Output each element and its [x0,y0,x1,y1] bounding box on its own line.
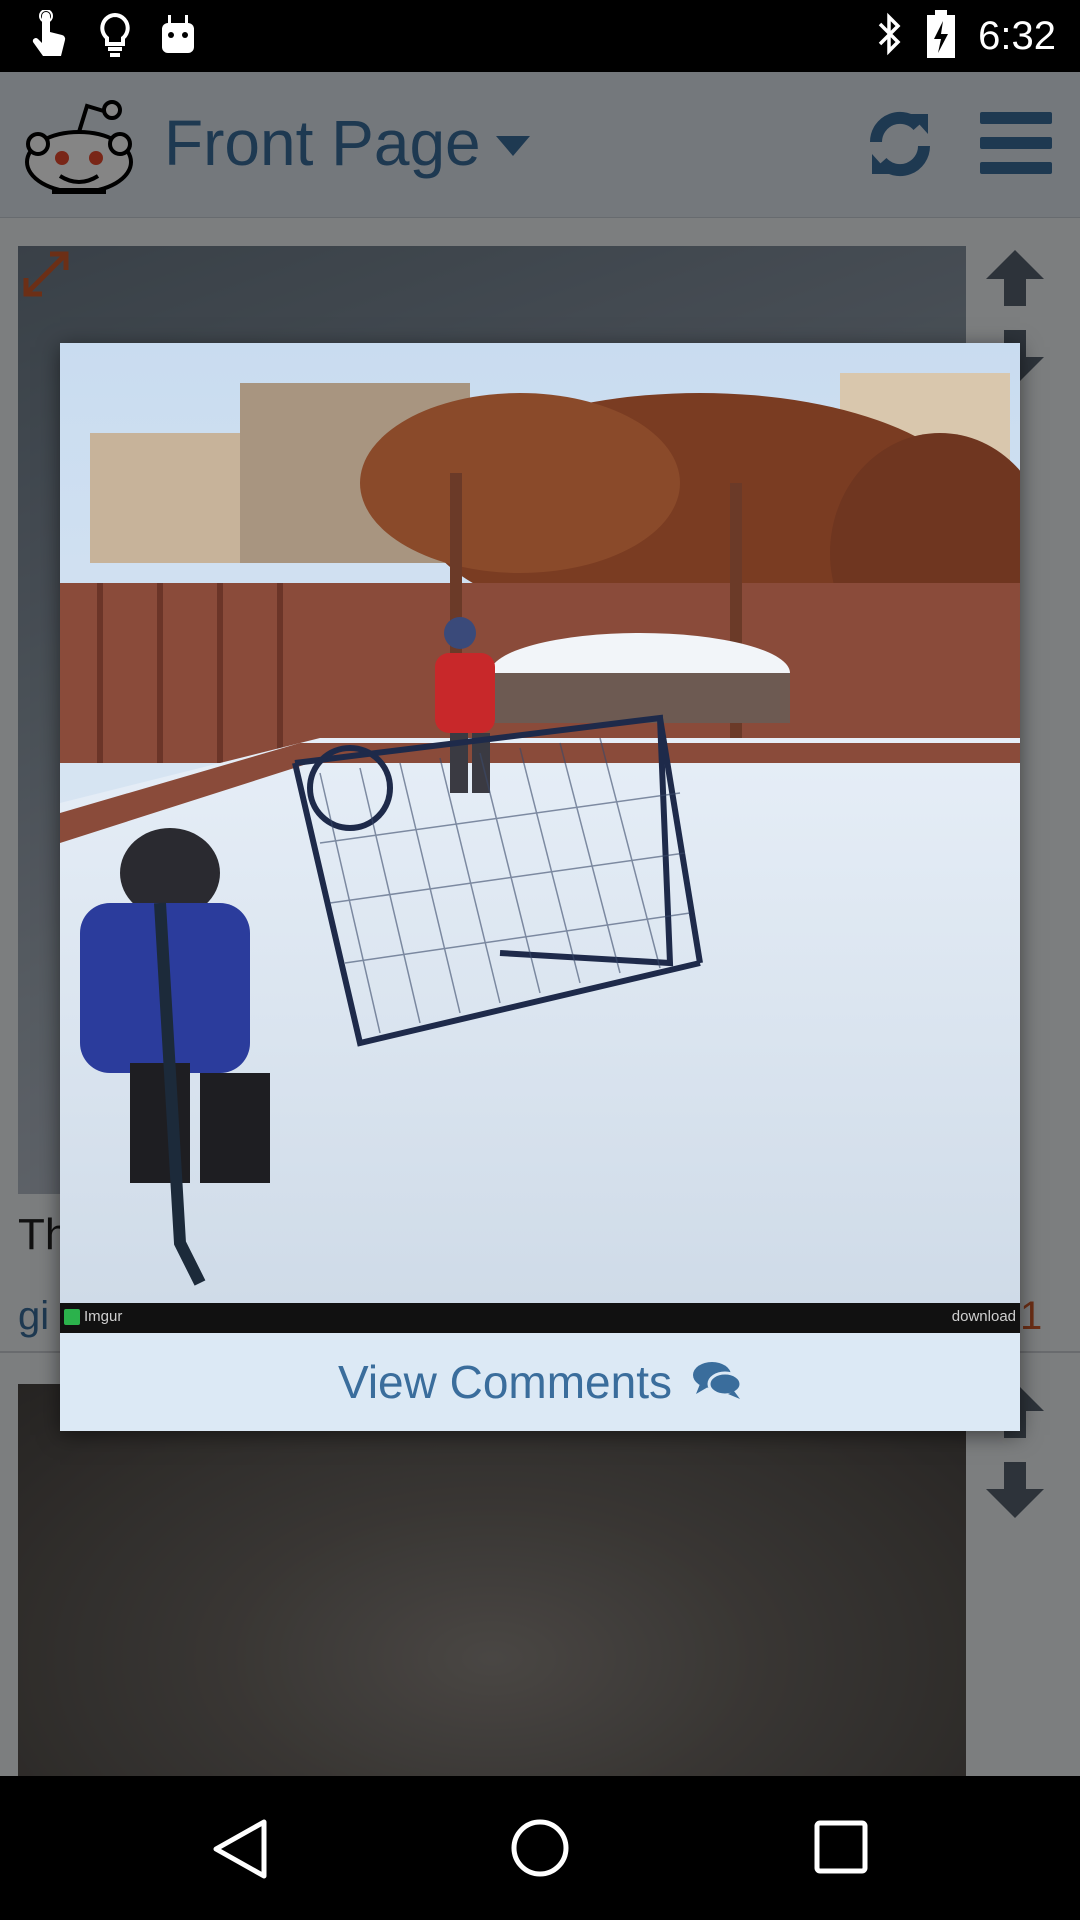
comments-icon [692,1360,743,1404]
media-footer: Imgur download [60,1303,1020,1333]
home-icon[interactable] [510,1818,570,1882]
download-link[interactable]: download [952,1308,1016,1325]
view-comments-button[interactable]: View Comments [60,1333,1020,1431]
status-time: 6:32 [978,14,1056,58]
status-bar: 6:32 [0,0,1080,72]
battery-charging-icon [926,9,956,63]
view-comments-label: View Comments [337,1356,673,1408]
android-icon [158,13,198,61]
imgur-icon [64,1309,80,1325]
lightbulb-icon [98,12,132,62]
media-source-label[interactable]: Imgur [84,1308,122,1325]
touch-icon [28,9,72,64]
bluetooth-icon [874,12,904,60]
back-icon[interactable] [210,1818,270,1884]
system-nav-bar [0,1776,1080,1920]
media-video[interactable] [60,343,1020,1303]
recents-icon[interactable] [814,1820,868,1878]
media-preview-dialog: Imgur download View Comments [60,343,1020,1431]
